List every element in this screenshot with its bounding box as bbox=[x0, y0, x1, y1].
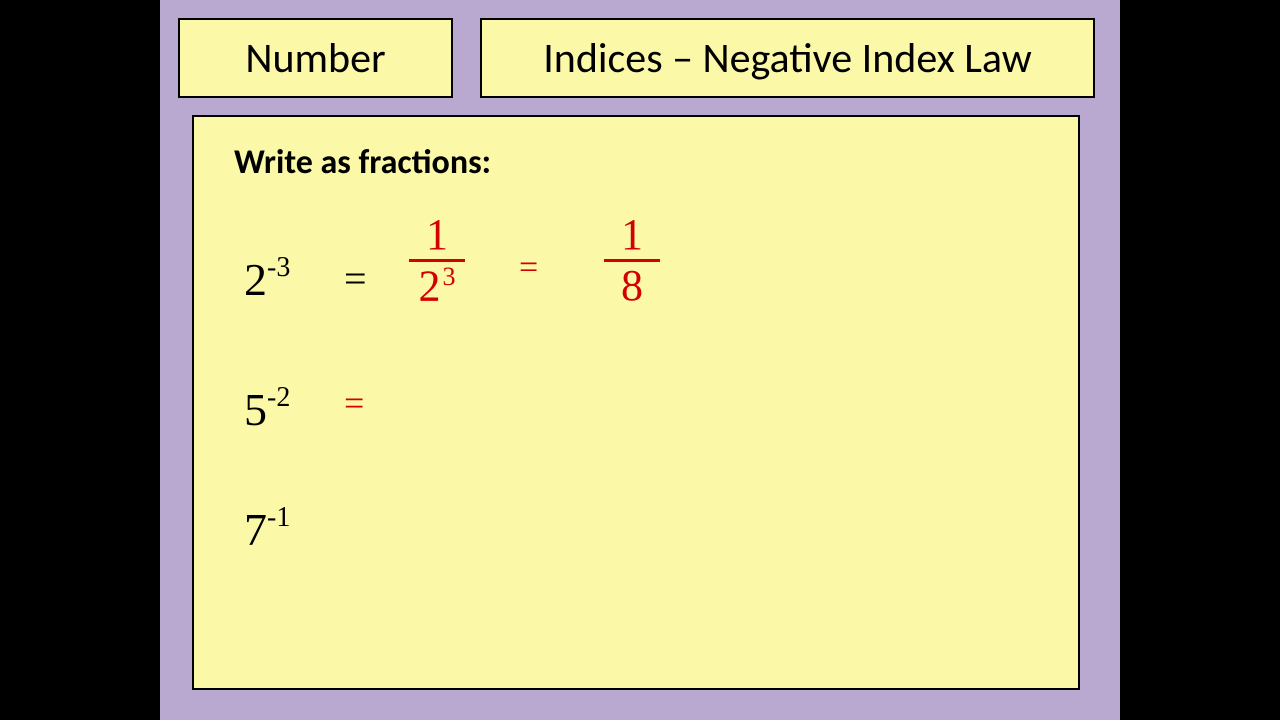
p3-base: 7 bbox=[244, 504, 267, 555]
p1-exp: -3 bbox=[267, 252, 290, 283]
p3-exp: -1 bbox=[267, 502, 290, 533]
frac2-num: 1 bbox=[604, 213, 660, 257]
problem-row-2: 5-2 = bbox=[244, 353, 1038, 483]
frac1-den: 23 bbox=[409, 264, 465, 309]
title-left-box: Number bbox=[178, 18, 453, 98]
p1-eq1: = bbox=[344, 255, 367, 302]
p2-base: 5 bbox=[244, 384, 267, 435]
frac2-den: 8 bbox=[604, 264, 660, 308]
slide-stage: Number Indices – Negative Index Law Writ… bbox=[160, 0, 1120, 720]
problem-row-3: 7-1 bbox=[244, 483, 1038, 583]
title-right-box: Indices – Negative Index Law bbox=[480, 18, 1095, 98]
p2-eq: = bbox=[344, 385, 364, 421]
p1-eq2: = bbox=[519, 251, 538, 285]
prompt-text: Write as fractions: bbox=[234, 142, 1038, 183]
title-right-text: Indices – Negative Index Law bbox=[543, 33, 1032, 84]
frac1-den-base: 2 bbox=[419, 262, 441, 311]
frac1-den-exp: 3 bbox=[443, 262, 456, 291]
frac1-num: 1 bbox=[409, 213, 465, 257]
p2-exp: -2 bbox=[267, 382, 290, 413]
problem-row-1: 2-3 = 1 23 = 1 8 bbox=[244, 213, 1038, 353]
title-left-text: Number bbox=[245, 33, 385, 84]
content-box: Write as fractions: 2-3 = 1 23 = 1 8 bbox=[192, 115, 1080, 690]
p1-base: 2 bbox=[244, 254, 267, 305]
